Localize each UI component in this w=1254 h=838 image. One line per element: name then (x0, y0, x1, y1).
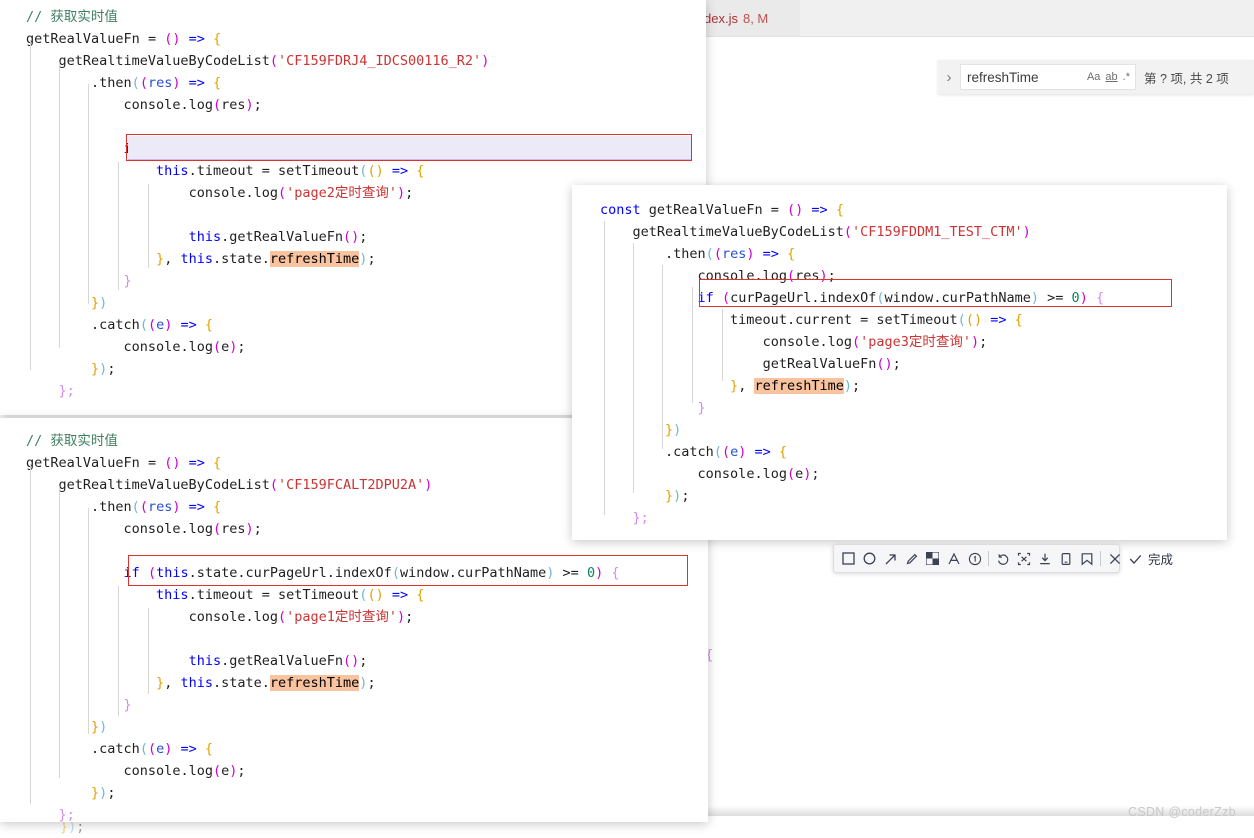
pen-icon[interactable] (901, 548, 922, 569)
indent-guide (148, 184, 149, 268)
match-case-icon[interactable]: Aa (1087, 71, 1100, 83)
text-icon[interactable] (943, 548, 964, 569)
code-line: console.log(e); (697, 466, 820, 482)
indent-guide (118, 162, 119, 290)
indent-guide (59, 486, 60, 778)
toolbar-separator (988, 551, 989, 566)
indent-guide (30, 464, 31, 804)
code-line: }); (91, 785, 116, 801)
indent-guide (118, 586, 119, 716)
pin-icon[interactable] (1055, 548, 1076, 569)
code-line: this.getRealValueFn(); (188, 653, 368, 669)
search-input-box[interactable]: refreshTime Aa ab .* (960, 64, 1136, 90)
annotation-rect-page3-if (699, 279, 1172, 307)
search-result-count: 第 ? 项, 共 2 项 (1144, 71, 1229, 86)
step-number-icon[interactable] (964, 548, 985, 569)
search-match-highlight: refreshTime (269, 251, 360, 267)
indent-guide (148, 608, 149, 694)
code-line: }) (665, 422, 682, 438)
arrow-icon[interactable] (880, 548, 901, 569)
code-line: getRealtimeValueByCodeList('CF159FDDM1_T… (632, 224, 1031, 240)
indent-guide (692, 287, 693, 403)
code-line: this.timeout = setTimeout(() => { (156, 587, 425, 603)
whole-word-icon[interactable]: ab (1105, 71, 1117, 83)
code-line: getRealtimeValueByCodeList('CF159FDRJ4_I… (58, 53, 490, 69)
code-line: this.timeout = setTimeout(() => { (156, 163, 425, 179)
indent-guide (30, 40, 31, 370)
indent-guide (59, 62, 60, 348)
code-line: console.log('page1定时查询'); (188, 609, 414, 625)
code-line: console.log(res); (123, 97, 262, 113)
code-line: const getRealValueFn = () => { (600, 202, 844, 218)
code-line: .then((res) => { (665, 246, 796, 262)
code-line: getRealValueFn = () => { (26, 31, 222, 47)
bookmark-icon[interactable] (1076, 548, 1097, 569)
regex-icon[interactable]: .* (1123, 71, 1130, 83)
indent-guide (722, 309, 723, 381)
code-line: } (697, 400, 706, 416)
code-line: }, this.state.refreshTime); (156, 675, 376, 691)
code-line: }) (91, 719, 108, 735)
code-line: console.log(e); (123, 763, 246, 779)
indent-guide (633, 243, 634, 493)
search-input[interactable]: refreshTime (961, 70, 1087, 85)
download-icon[interactable] (1034, 548, 1055, 569)
rect-icon[interactable] (838, 548, 859, 569)
code-line: console.log('page3定时查询'); (762, 334, 988, 350)
indent-guide (604, 221, 605, 515)
toolbar-separator (1100, 551, 1101, 566)
confirm-icon[interactable] (1125, 548, 1146, 569)
code-block-page3: const getRealValueFn = () => { getRealti… (600, 199, 1227, 529)
chevron-right-icon[interactable]: › (938, 69, 960, 86)
code-line: timeout.current = setTimeout(() => { (730, 312, 1023, 328)
indent-guide (662, 265, 663, 449)
ocr-icon[interactable] (1013, 548, 1034, 569)
indent-guide (88, 84, 89, 304)
code-line: .catch((e) => { (91, 741, 214, 757)
code-line: }; (632, 510, 649, 526)
find-widget[interactable]: › refreshTime Aa ab .* 第 ? 项, 共 2 项 (938, 60, 1254, 94)
search-match-highlight: refreshTime (269, 675, 360, 691)
code-line: }; (58, 807, 75, 822)
close-icon[interactable] (1104, 548, 1125, 569)
code-line: }); (665, 488, 690, 504)
indent-guide (88, 508, 89, 734)
search-match-highlight: refreshTime (754, 378, 844, 394)
undo-icon[interactable] (992, 548, 1013, 569)
screenshot-annotation-toolbar[interactable]: 完成 (833, 544, 1173, 573)
csdn-watermark: CSDN @coderZzb (1128, 805, 1236, 819)
code-line: } (123, 697, 132, 713)
editor-tab-status: 8, M (742, 10, 769, 26)
code-line: getRealValueFn(); (762, 356, 901, 372)
annotation-rect-page2-if (126, 134, 692, 161)
editor-tab-index-js[interactable]: dex.js 8, M (700, 0, 800, 36)
annotation-rect-page1-if (128, 555, 688, 586)
code-line: }, refreshTime); (730, 378, 861, 394)
code-line: .catch((e) => { (665, 444, 788, 460)
editor-tab-label: dex.js (704, 10, 738, 26)
code-line: .then((res) => { (91, 75, 222, 91)
done-button[interactable]: 完成 (1148, 549, 1173, 568)
mosaic-icon[interactable] (922, 548, 943, 569)
ellipse-icon[interactable] (859, 548, 880, 569)
code-snapshot-page3: const getRealValueFn = () => { getRealti… (572, 185, 1227, 540)
code-line: // 获取实时值 (26, 9, 118, 25)
